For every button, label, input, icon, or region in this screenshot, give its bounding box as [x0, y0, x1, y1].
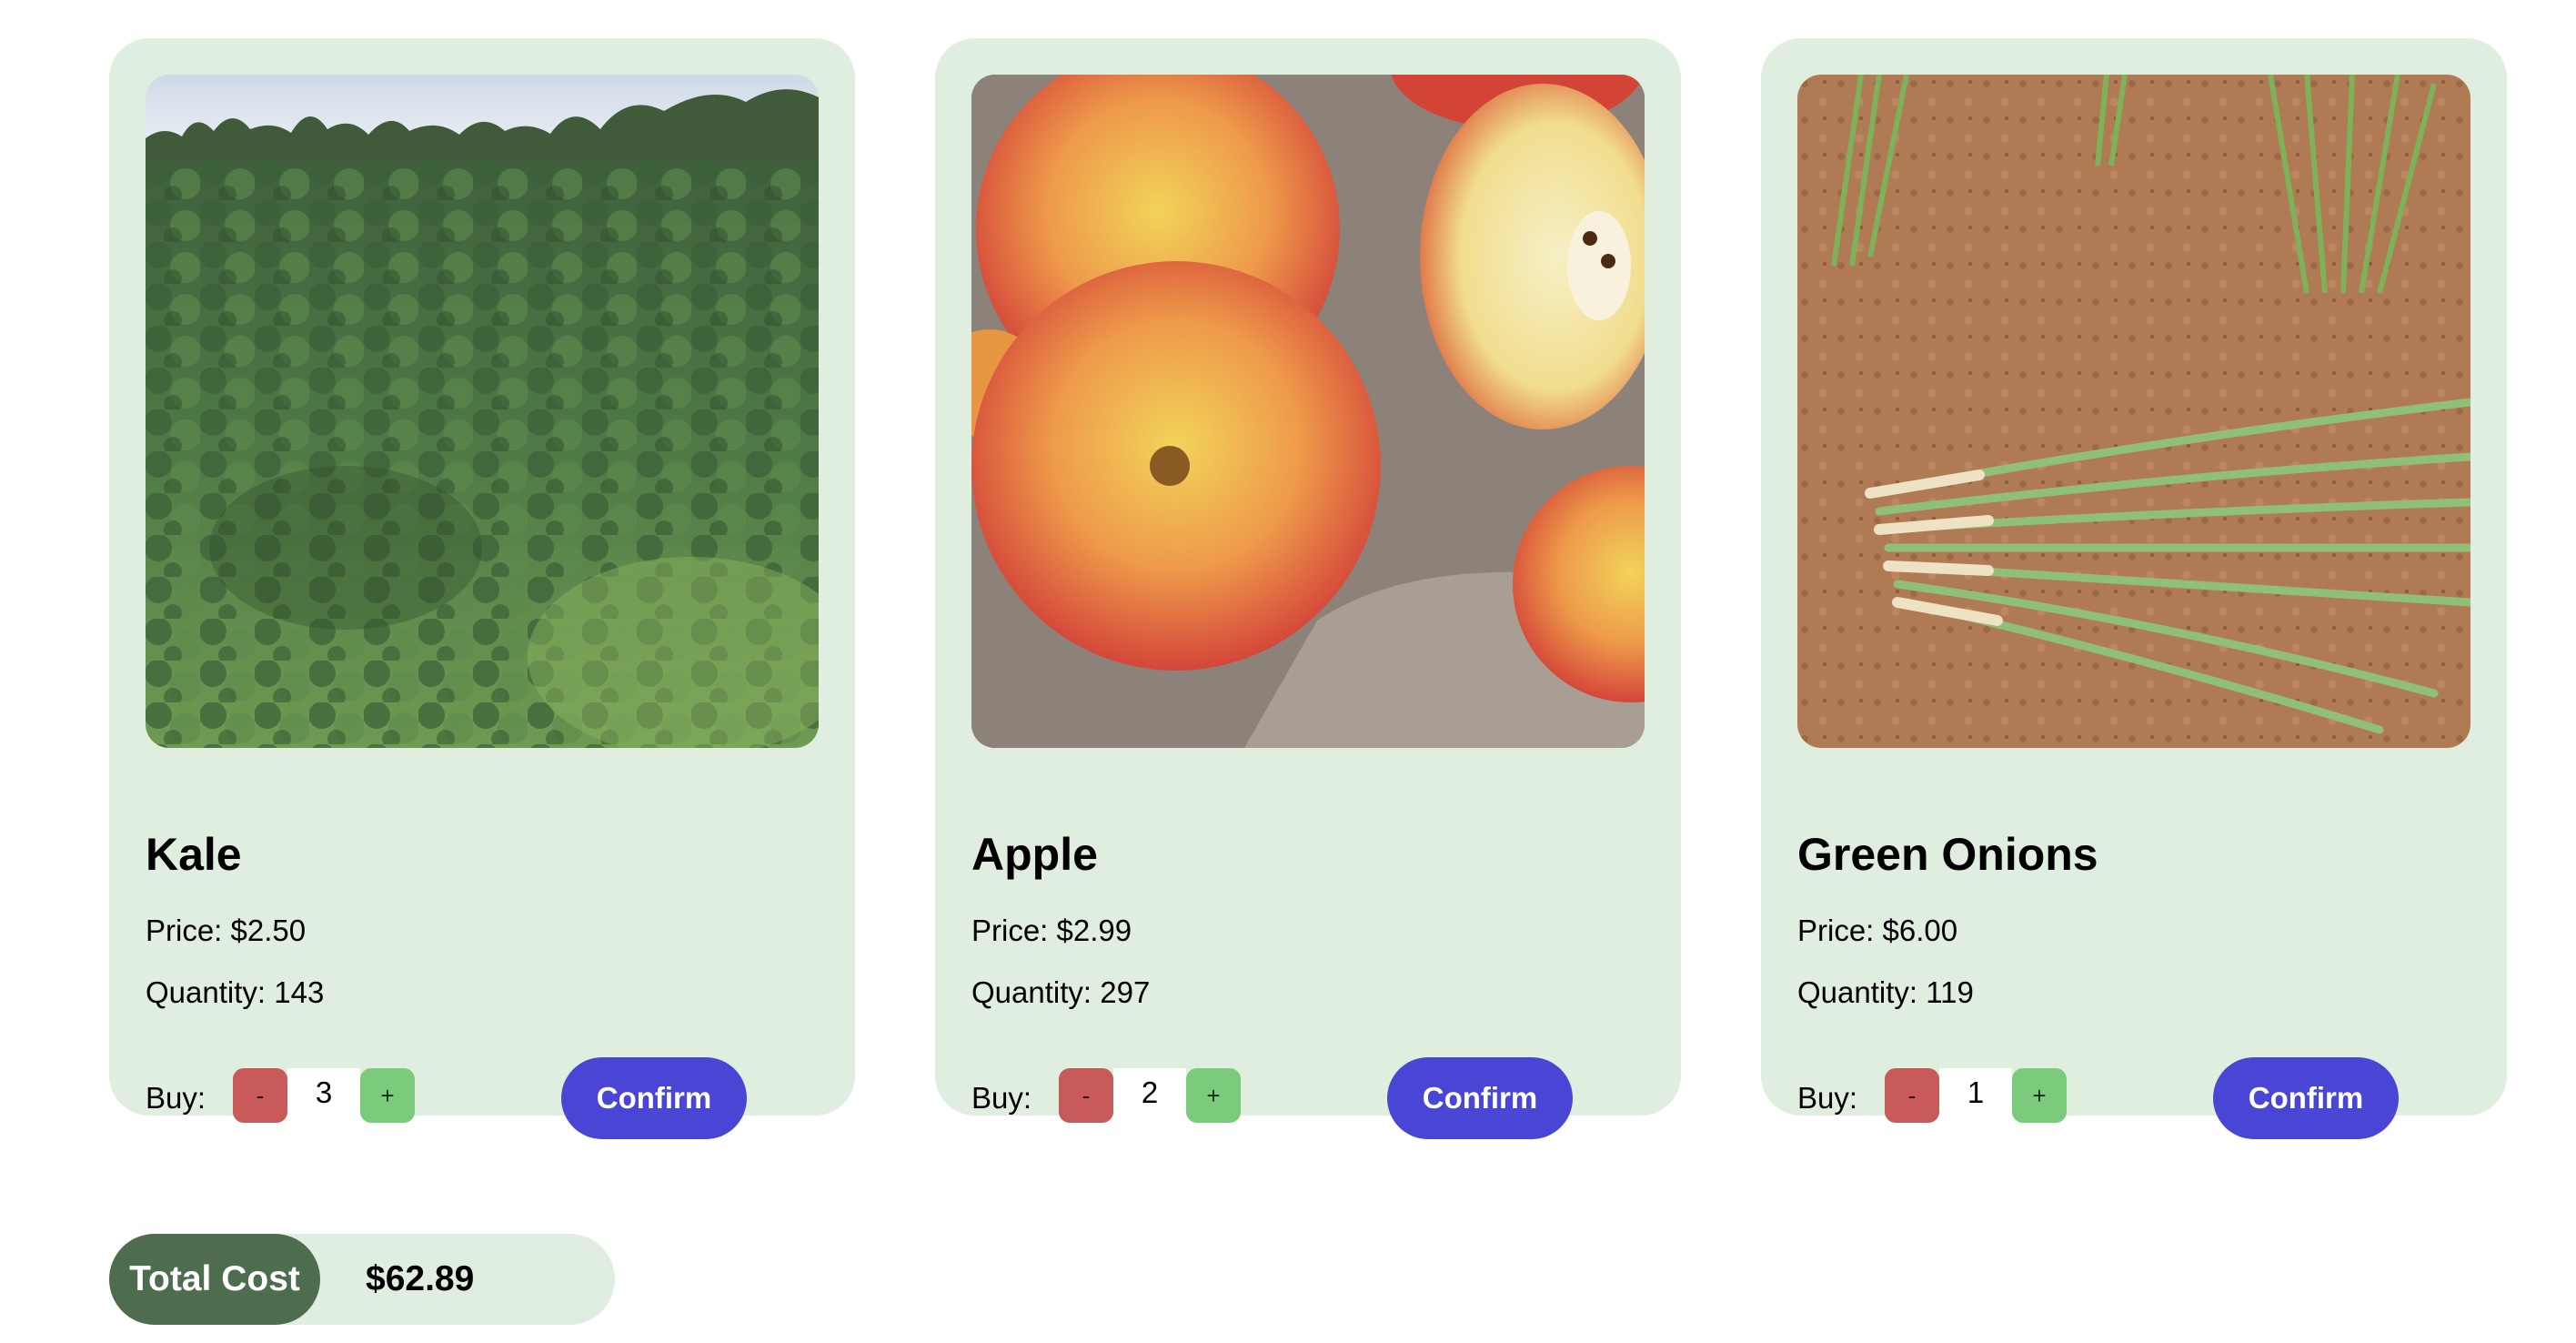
product-card-green-onions: Green Onions Price: $6.00 Quantity: 119 … — [1761, 38, 2507, 1139]
buy-label: Buy: — [1797, 1081, 1858, 1115]
decrease-button[interactable]: - — [1059, 1068, 1113, 1123]
product-price: Price: $2.50 — [146, 914, 307, 947]
buy-label: Buy: — [146, 1081, 206, 1115]
buy-label: Buy: — [971, 1081, 1032, 1115]
product-name: Green Onions — [1797, 829, 2098, 880]
product-quantity: Quantity: 143 — [146, 975, 325, 1009]
total-cost-pill: Total Cost $62.89 — [109, 1234, 615, 1325]
product-name: Kale — [146, 829, 242, 880]
product-card-kale: Kale Price: $2.50 Quantity: 143 Buy: - 3… — [109, 38, 855, 1139]
product-price: Price: $6.00 — [1797, 914, 1958, 947]
product-quantity: Quantity: 119 — [1797, 975, 1974, 1009]
product-price: Price: $2.99 — [971, 914, 1132, 947]
buy-quantity-value: 3 — [287, 1068, 360, 1123]
green-onions-photo — [1797, 75, 2470, 748]
increase-button[interactable]: + — [360, 1068, 415, 1123]
confirm-button[interactable]: Confirm — [1387, 1057, 1573, 1139]
confirm-button[interactable]: Confirm — [561, 1057, 747, 1139]
increase-button[interactable]: + — [2012, 1068, 2067, 1123]
total-cost-value: $62.89 — [366, 1259, 475, 1298]
decrease-button[interactable]: - — [233, 1068, 287, 1123]
apple-photo — [971, 75, 1645, 748]
product-card-apple: Apple Price: $2.99 Quantity: 297 Buy: - … — [935, 38, 1681, 1139]
product-name: Apple — [971, 829, 1098, 880]
total-cost-label: Total Cost — [109, 1234, 320, 1325]
buy-quantity-value: 2 — [1113, 1068, 1186, 1123]
decrease-button[interactable]: - — [1885, 1068, 1939, 1123]
confirm-button[interactable]: Confirm — [2213, 1057, 2399, 1139]
kale-photo — [146, 75, 819, 748]
product-quantity: Quantity: 297 — [971, 975, 1151, 1009]
increase-button[interactable]: + — [1186, 1068, 1241, 1123]
buy-quantity-value: 1 — [1939, 1068, 2012, 1123]
